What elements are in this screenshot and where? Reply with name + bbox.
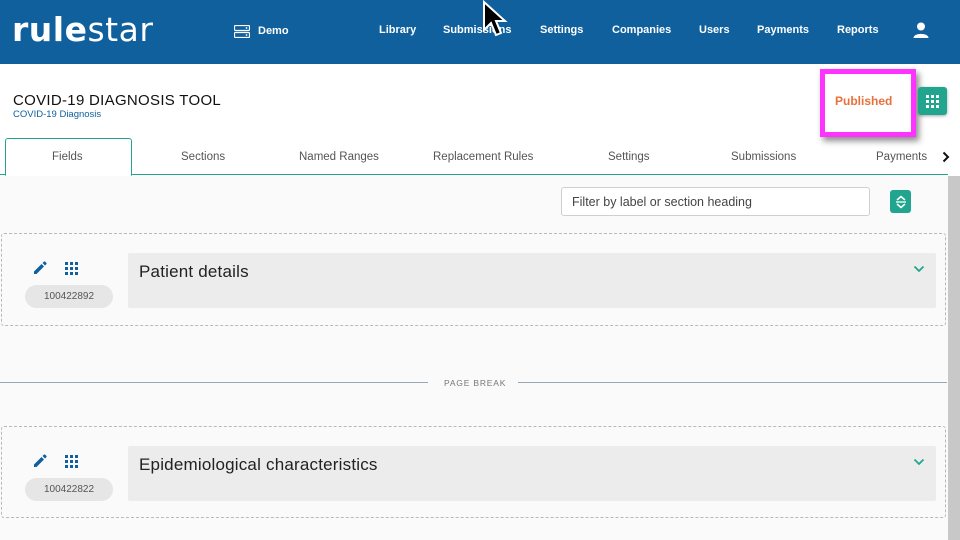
nav-users[interactable]: Users xyxy=(699,23,730,37)
expand-collapse-button[interactable] xyxy=(890,190,911,213)
page-title: COVID-19 DIAGNOSIS TOOL xyxy=(13,92,222,109)
apps-menu-button[interactable] xyxy=(918,87,947,115)
section-title: Patient details xyxy=(139,262,249,281)
chevron-right-icon[interactable] xyxy=(942,151,950,163)
tab-replacement-rules[interactable]: Replacement Rules xyxy=(433,150,533,164)
rulestar-logo[interactable]: rulestar xyxy=(12,10,153,50)
server-icon xyxy=(234,24,250,38)
nav-settings[interactable]: Settings xyxy=(540,23,583,37)
tab-sections[interactable]: Sections xyxy=(181,150,225,164)
section-id-badge: 100422822 xyxy=(25,478,113,501)
filter-input[interactable] xyxy=(561,187,870,216)
tabs-underline xyxy=(0,174,948,175)
page-break-line-right xyxy=(518,382,947,383)
nav-library[interactable]: Library xyxy=(379,23,416,37)
nav-payments[interactable]: Payments xyxy=(757,23,809,37)
environment-label: Demo xyxy=(258,25,289,37)
page-subtitle: COVID-19 Diagnosis xyxy=(13,109,102,120)
section-header[interactable]: Epidemiological characteristics xyxy=(128,446,936,501)
top-nav-bar: rulestar Demo Library Submissions Settin… xyxy=(0,0,960,64)
vertical-scrollbar[interactable] xyxy=(948,176,960,540)
chevron-down-icon[interactable] xyxy=(913,458,925,466)
tab-fields-label: Fields xyxy=(52,151,83,163)
environment-selector[interactable]: Demo xyxy=(234,22,289,40)
drag-handle-icon[interactable] xyxy=(65,262,78,275)
section-header[interactable]: Patient details xyxy=(128,253,936,308)
tab-named-ranges[interactable]: Named Ranges xyxy=(299,150,379,164)
pencil-icon[interactable] xyxy=(32,260,48,276)
tab-submissions[interactable]: Submissions xyxy=(731,150,796,164)
section-id-badge: 100422892 xyxy=(25,285,113,308)
expand-collapse-icon xyxy=(895,195,906,208)
section-card: 100422822 Epidemiological characteristic… xyxy=(1,426,946,518)
page-break-line-left xyxy=(0,382,428,383)
chevron-down-icon[interactable] xyxy=(913,265,925,273)
nav-companies[interactable]: Companies xyxy=(612,23,671,37)
grid-icon xyxy=(926,94,939,108)
drag-handle-icon[interactable] xyxy=(65,455,78,468)
status-badge[interactable]: Published xyxy=(835,94,892,108)
pencil-icon[interactable] xyxy=(32,453,48,469)
section-card: 100422892 Patient details xyxy=(1,233,946,326)
user-icon[interactable] xyxy=(912,22,930,38)
section-title: Epidemiological characteristics xyxy=(139,455,378,474)
tab-settings[interactable]: Settings xyxy=(608,150,650,164)
tab-payments[interactable]: Payments xyxy=(876,150,927,164)
mouse-cursor-icon xyxy=(483,0,508,37)
page-break-label: PAGE BREAK xyxy=(444,378,507,388)
nav-reports[interactable]: Reports xyxy=(837,23,879,37)
